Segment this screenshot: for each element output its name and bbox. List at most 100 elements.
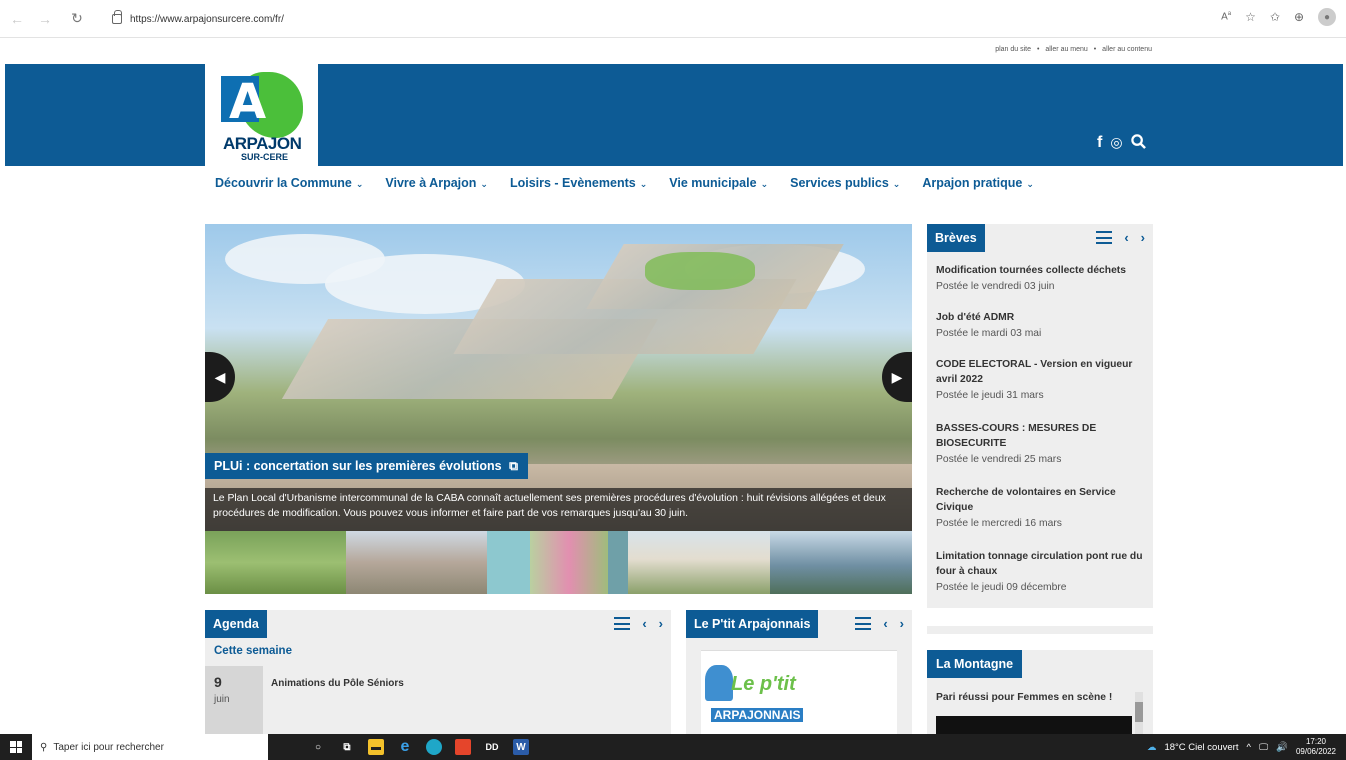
breves-panel: Brèves ‹ › Modification tournées collect… xyxy=(927,224,1153,608)
browser-toolbar: ← → ↻ https://www.arpajonsurcere.com/fr/… xyxy=(0,0,1346,38)
instagram-icon[interactable]: ◎ xyxy=(1110,134,1122,154)
network-icon[interactable]: 🖵 xyxy=(1259,742,1268,753)
link-aller-au-menu[interactable]: aller au menu xyxy=(1045,46,1087,53)
nav-label: Vie municipale xyxy=(669,176,757,190)
separator: • xyxy=(1093,46,1097,53)
week-label: Cette semaine xyxy=(214,645,292,657)
taskbar-search[interactable]: ⚲ Taper ici pour rechercher xyxy=(32,734,268,760)
ptit-arpajonnais-panel: Le P'tit Arpajonnais ‹ › Le p'tit ARPAJO… xyxy=(686,610,912,734)
address-bar[interactable]: https://www.arpajonsurcere.com/fr/ xyxy=(98,8,1158,30)
profile-icon[interactable]: ● xyxy=(1318,8,1336,26)
nav-label: Vivre à Arpajon xyxy=(385,176,477,190)
clock[interactable]: 17:20 09/06/2022 xyxy=(1296,737,1336,757)
nav-label: Arpajon pratique xyxy=(922,176,1023,190)
weather-text[interactable]: 18°C Ciel couvert xyxy=(1164,742,1238,753)
hero-title-link[interactable]: PLUi : concertation sur les premières év… xyxy=(205,453,529,479)
link-aller-au-contenu[interactable]: aller au contenu xyxy=(1102,46,1152,53)
chevron-down-icon: ⌄ xyxy=(892,179,901,189)
breve-date: Postée le vendredi 03 juin xyxy=(936,281,1055,292)
thumbnail-3[interactable] xyxy=(487,531,530,594)
breve-date: Postée le mercredi 16 mars xyxy=(936,518,1062,529)
nav-loisirs[interactable]: Loisirs - Evènements ⌄ xyxy=(510,176,647,190)
list-icon[interactable] xyxy=(614,617,631,630)
nav-vivre[interactable]: Vivre à Arpajon ⌄ xyxy=(385,176,488,190)
montagne-video[interactable] xyxy=(936,716,1132,734)
montagne-article[interactable]: Pari réussi pour Femmes en scène ! xyxy=(936,692,1112,703)
breve-date: Postée le mardi 03 mai xyxy=(936,328,1042,339)
read-aloud-icon[interactable]: Aa xyxy=(1221,11,1231,22)
refresh-icon[interactable]: ↻ xyxy=(66,8,88,30)
word-icon[interactable]: W xyxy=(513,739,529,755)
breve-item[interactable]: CODE ELECTORAL - Version en vigueur avri… xyxy=(936,357,1146,404)
file-explorer-icon[interactable]: ▬ xyxy=(368,739,384,755)
breve-title: Recherche de volontaires en Service Civi… xyxy=(936,487,1116,513)
thumbnail-2[interactable] xyxy=(346,531,487,594)
breve-date: Postée le jeudi 31 mars xyxy=(936,390,1044,401)
slider-thumbnails xyxy=(205,531,912,594)
search-icon[interactable] xyxy=(1130,134,1146,154)
list-icon[interactable] xyxy=(855,617,872,630)
forward-icon[interactable]: → xyxy=(34,8,56,30)
task-view-icon[interactable]: ⧉ xyxy=(339,739,355,755)
thumbnail-5[interactable] xyxy=(608,531,628,594)
collections-icon[interactable]: ⊕ xyxy=(1294,10,1304,24)
favorites-list-icon[interactable]: ✩ xyxy=(1270,10,1280,24)
hero-slide-image[interactable] xyxy=(205,224,912,531)
chevron-left-icon[interactable]: ‹ xyxy=(1124,230,1128,245)
breve-item[interactable]: Modification tournées collecte déchets P… xyxy=(936,263,1146,295)
dolby-icon[interactable]: DD xyxy=(484,739,500,755)
chevron-right-icon[interactable]: › xyxy=(1141,230,1145,245)
hero-title: PLUi : concertation sur les premières év… xyxy=(214,459,502,473)
windows-taskbar: ⚲ Taper ici pour rechercher ○ ⧉ ▬ e DD W… xyxy=(0,734,1346,760)
site-logo[interactable]: A ARPAJON SUR-CERE xyxy=(205,64,318,166)
chevron-up-icon[interactable]: ^ xyxy=(1246,742,1250,753)
internet-explorer-icon[interactable]: e xyxy=(397,738,413,755)
taskbar-search-placeholder: Taper ici pour rechercher xyxy=(53,741,164,753)
edge-icon[interactable] xyxy=(426,739,442,755)
weather-icon[interactable]: ☁ xyxy=(1147,742,1157,753)
breve-item[interactable]: Limitation tonnage circulation pont rue … xyxy=(936,549,1146,596)
la-montagne-panel: La Montagne Pari réussi pour Femmes en s… xyxy=(927,650,1153,734)
thumbnail-7[interactable] xyxy=(770,531,912,594)
thumbnail-1[interactable] xyxy=(205,531,346,594)
nav-label: Services publics xyxy=(790,176,889,190)
start-button[interactable] xyxy=(0,734,32,760)
favorite-icon[interactable]: ☆ xyxy=(1245,10,1256,24)
hero-description: Le Plan Local d'Urbanisme intercommunal … xyxy=(205,488,912,531)
list-icon[interactable] xyxy=(1096,231,1113,244)
chevron-down-icon: ⌄ xyxy=(355,179,364,189)
breve-item[interactable]: Job d'été ADMR Postée le mardi 03 mai xyxy=(936,310,1146,342)
url-text: https://www.arpajonsurcere.com/fr/ xyxy=(130,13,284,25)
clock-date: 09/06/2022 xyxy=(1295,747,1336,756)
chevron-right-icon[interactable]: › xyxy=(900,616,904,631)
nav-arpajon-pratique[interactable]: Arpajon pratique ⌄ xyxy=(922,176,1034,190)
chevron-left-icon[interactable]: ‹ xyxy=(642,616,646,631)
link-plan-du-site[interactable]: plan du site xyxy=(995,46,1031,53)
ptit-cover-image[interactable]: Le p'tit ARPAJONNAIS xyxy=(701,650,897,734)
breves-title: Brèves xyxy=(927,224,985,252)
event-month: juin xyxy=(214,694,230,705)
scrollbar[interactable] xyxy=(1135,692,1143,734)
back-icon[interactable]: ← xyxy=(6,8,28,30)
nav-vie-municipale[interactable]: Vie municipale ⌄ xyxy=(669,176,768,190)
lock-icon xyxy=(112,10,122,24)
facebook-icon[interactable]: f xyxy=(1097,134,1102,154)
cortana-icon[interactable]: ○ xyxy=(310,739,326,755)
volume-icon[interactable]: 🔊 xyxy=(1276,742,1288,753)
nav-services-publics[interactable]: Services publics ⌄ xyxy=(790,176,900,190)
chevron-left-icon[interactable]: ‹ xyxy=(883,616,887,631)
office-icon[interactable] xyxy=(455,739,471,755)
thumbnail-4[interactable] xyxy=(530,531,608,594)
breve-item[interactable]: BASSES-COURS : MESURES DE BIOSECURITE Po… xyxy=(936,421,1146,468)
event-title[interactable]: Animations du Pôle Séniors xyxy=(271,678,404,689)
logo-letter: A xyxy=(229,74,267,130)
breve-date: Postée le jeudi 09 décembre xyxy=(936,582,1067,593)
thumbnail-6[interactable] xyxy=(628,531,770,594)
breve-title: Limitation tonnage circulation pont rue … xyxy=(936,551,1143,577)
breve-title: CODE ELECTORAL - Version en vigueur avri… xyxy=(936,359,1133,385)
windows-icon xyxy=(10,741,22,753)
logo-text-arpajon: ARPAJON xyxy=(223,134,302,153)
breve-item[interactable]: Recherche de volontaires en Service Civi… xyxy=(936,485,1146,532)
chevron-right-icon[interactable]: › xyxy=(659,616,663,631)
nav-decouvrir[interactable]: Découvrir la Commune ⌄ xyxy=(215,176,363,190)
